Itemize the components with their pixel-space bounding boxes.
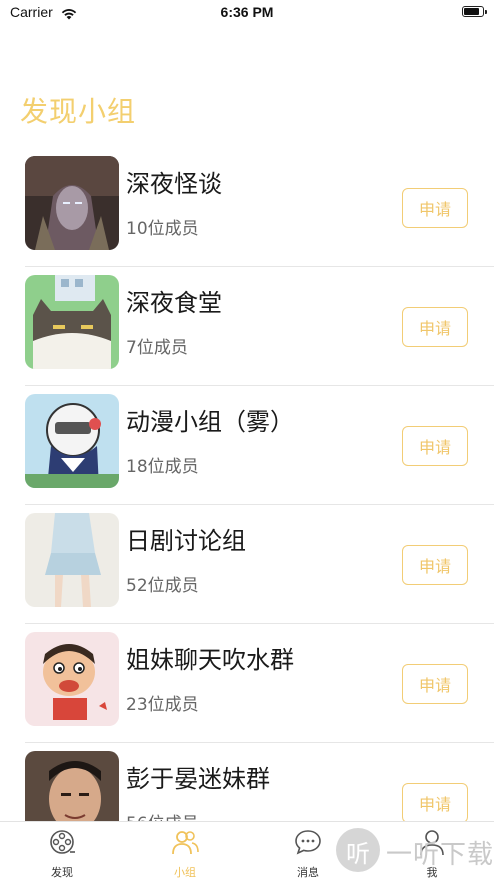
list-item[interactable]: 日剧讨论组 52位成员 申请: [0, 505, 494, 624]
apply-button[interactable]: 申请: [402, 426, 468, 466]
watermark-text: 一听下载: [386, 840, 494, 870]
group-name: 深夜食堂: [126, 289, 222, 317]
chat-bubble-icon: [294, 828, 322, 856]
group-avatar[interactable]: [25, 394, 119, 488]
apply-button[interactable]: 申请: [402, 783, 468, 823]
group-name: 日剧讨论组: [126, 527, 246, 555]
apply-button[interactable]: 申请: [402, 188, 468, 228]
group-name: 深夜怪谈: [126, 170, 222, 198]
apply-button[interactable]: 申请: [402, 307, 468, 347]
member-count: 52位成员: [126, 576, 199, 596]
page-title: 发现小组: [20, 95, 137, 128]
list-item[interactable]: 深夜食堂 7位成员 申请: [0, 267, 494, 386]
film-reel-icon: [48, 828, 76, 856]
group-name: 姐妹聊天吹水群: [126, 646, 294, 674]
member-count: 10位成员: [126, 219, 199, 239]
member-count: 7位成员: [126, 338, 188, 358]
tab-label: 小组: [174, 866, 196, 879]
list-item[interactable]: 深夜怪谈 10位成员 申请: [0, 148, 494, 267]
apply-button[interactable]: 申请: [402, 664, 468, 704]
group-name: 彭于晏迷妹群: [126, 765, 270, 793]
list-item[interactable]: 姐妹聊天吹水群 23位成员 申请: [0, 624, 494, 743]
group-name: 动漫小组（雾）: [126, 408, 294, 436]
tab-groups[interactable]: 小组: [137, 822, 233, 881]
member-count: 18位成员: [126, 457, 199, 477]
status-time: 6:36 PM: [220, 4, 274, 20]
battery-icon: [462, 6, 487, 17]
watermark: 听 一听下载: [336, 826, 494, 878]
people-icon: [171, 828, 199, 856]
status-bar: Carrier 6:36 PM: [0, 0, 494, 26]
group-avatar[interactable]: [25, 632, 119, 726]
group-avatar[interactable]: [25, 513, 119, 607]
watermark-glyph: 听: [346, 840, 370, 868]
tab-discover[interactable]: 发现: [14, 822, 110, 881]
group-avatar[interactable]: [25, 275, 119, 369]
group-list: 深夜怪谈 10位成员 申请 深夜食堂 7位成员 申请 动漫小组（雾） 18位成员…: [0, 148, 494, 862]
group-avatar[interactable]: [25, 156, 119, 250]
tab-label: 发现: [51, 866, 73, 879]
list-item[interactable]: 动漫小组（雾） 18位成员 申请: [0, 386, 494, 505]
member-count: 23位成员: [126, 695, 199, 715]
apply-button[interactable]: 申请: [402, 545, 468, 585]
